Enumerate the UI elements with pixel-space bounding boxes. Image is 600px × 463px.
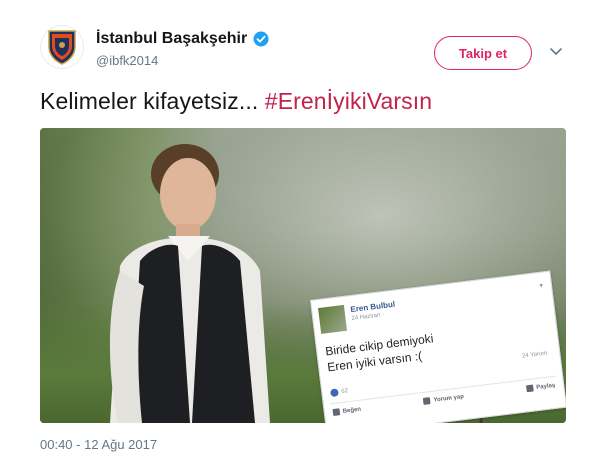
- fb-like-action: Beğen: [332, 406, 362, 417]
- verified-badge-icon: [253, 31, 269, 47]
- fb-post-time: 24 Haziran ·: [351, 312, 385, 323]
- fb-like-label: Beğen: [342, 406, 362, 415]
- fb-like-count: 62: [341, 388, 349, 395]
- fb-comment-count: 24 Yorum: [521, 350, 548, 360]
- fb-like-summary: 62: [330, 387, 349, 398]
- fb-avatar: [318, 304, 348, 334]
- tweet-media-image[interactable]: Eren Bulbul 24 Haziran · ▾ Biride cikip …: [40, 128, 566, 423]
- fb-comment-label: Yorum yap: [433, 393, 465, 404]
- comment-icon: [423, 397, 431, 405]
- tweet-text: Kelimeler kifayetsiz... #ErenİyikiVarsın: [40, 88, 432, 115]
- club-crest-icon: [48, 30, 76, 65]
- thumbs-up-icon: [332, 408, 341, 417]
- person-photo: [109, 144, 270, 423]
- fb-share-action: Paylaş: [525, 382, 556, 393]
- share-icon: [525, 384, 534, 393]
- follow-button[interactable]: Takip et: [434, 36, 532, 70]
- display-name[interactable]: İstanbul Başakşehir: [96, 30, 247, 48]
- user-handle[interactable]: @ibfk2014: [96, 53, 158, 68]
- tweet-card: İstanbul Başakşehir @ibfk2014 Takip et K…: [0, 0, 600, 463]
- fb-post-text: Biride cikip demiyoki Eren iyiki varsın …: [324, 319, 526, 375]
- tweet-timestamp[interactable]: 00:40 - 12 Ağu 2017: [40, 437, 157, 452]
- tweet-text-plain: Kelimeler kifayetsiz...: [40, 88, 265, 114]
- hashtag-link[interactable]: #ErenİyikiVarsın: [265, 88, 432, 114]
- fb-chevron-down-icon: ▾: [539, 282, 544, 290]
- avatar[interactable]: [40, 25, 84, 69]
- fb-like-icon: [330, 388, 339, 398]
- chevron-down-icon[interactable]: [548, 46, 564, 58]
- fb-comment-action: Yorum yap: [423, 393, 464, 405]
- fb-share-label: Paylaş: [535, 382, 556, 391]
- fb-author-name: Eren Bulbul: [349, 299, 396, 315]
- name-row: İstanbul Başakşehir: [96, 30, 269, 48]
